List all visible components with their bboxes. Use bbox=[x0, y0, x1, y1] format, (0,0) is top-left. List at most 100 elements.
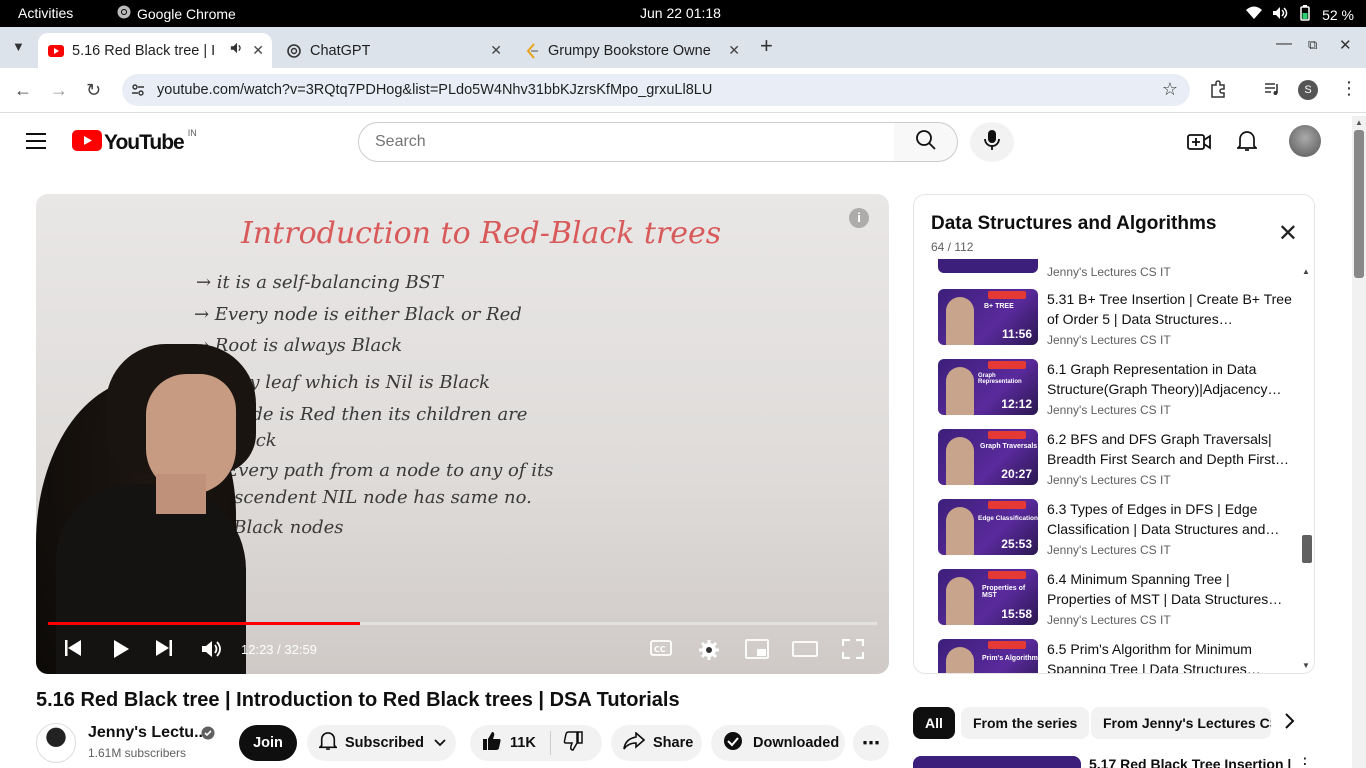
channel-name[interactable]: Jenny's Lectu... bbox=[88, 724, 207, 742]
captions-icon[interactable]: CC bbox=[650, 639, 672, 663]
thumbnail: B+ TREE 11:56 bbox=[938, 289, 1038, 345]
item-title[interactable]: 6.3 Types of Edges in DFS | Edge Classif… bbox=[1047, 499, 1292, 539]
close-window-icon[interactable]: ✕ bbox=[1339, 36, 1352, 54]
search-input[interactable] bbox=[359, 123, 894, 161]
board-line: → Every node is either Black or Red bbox=[194, 304, 522, 325]
bookmark-star-icon[interactable]: ☆ bbox=[1162, 79, 1178, 100]
clock[interactable]: Jun 22 01:18 bbox=[640, 5, 721, 21]
share-button[interactable]: Share bbox=[611, 725, 702, 761]
volume-icon bbox=[1272, 6, 1288, 23]
playlist-item[interactable]: Graph Representation 12:12 6.1 Graph Repr… bbox=[938, 359, 1298, 429]
forward-icon[interactable]: → bbox=[50, 80, 68, 101]
thumbnail: Prim's Algorithm bbox=[938, 639, 1038, 673]
progress-played bbox=[48, 622, 360, 625]
play-icon[interactable] bbox=[112, 639, 130, 665]
theater-mode-icon[interactable] bbox=[792, 639, 818, 665]
extensions-icon[interactable] bbox=[1209, 80, 1227, 103]
previous-icon[interactable] bbox=[64, 639, 82, 663]
new-tab-button[interactable]: + bbox=[760, 33, 773, 59]
playlist-title[interactable]: Data Structures and Algorithms bbox=[931, 213, 1216, 235]
playlist-item[interactable]: Prim's Algorithm 6.5 Prim's Algorithm fo… bbox=[938, 639, 1298, 673]
dislike-button[interactable] bbox=[551, 731, 583, 755]
hamburger-menu-icon[interactable] bbox=[26, 133, 46, 154]
system-tray[interactable]: 52 % bbox=[1246, 5, 1354, 24]
chip-from-channel[interactable]: From Jenny's Lectures CS bbox=[1091, 707, 1271, 739]
tab-leetcode[interactable]: Grumpy Bookstore Owne ✕ bbox=[514, 33, 748, 68]
settings-gear-icon[interactable] bbox=[698, 639, 720, 667]
progress-bar[interactable] bbox=[48, 622, 877, 625]
chip-all[interactable]: All bbox=[913, 707, 955, 739]
playlist-position: 64 / 112 bbox=[931, 240, 974, 254]
playlist-item[interactable]: Properties of MST 15:58 6.4 Minimum Spann… bbox=[938, 569, 1298, 639]
url-text[interactable]: youtube.com/watch?v=3RQtq7PDHog&list=PLd… bbox=[157, 82, 712, 98]
miniplayer-icon[interactable] bbox=[745, 639, 769, 665]
media-control-icon[interactable] bbox=[1263, 80, 1281, 103]
playlist-top-partial-item[interactable]: Jenny's Lectures CS IT bbox=[938, 259, 1298, 279]
video-player[interactable]: Introduction to Red-Black trees → it is … bbox=[36, 194, 889, 674]
chrome-menu-icon[interactable]: ⋮ bbox=[1340, 78, 1358, 99]
tab-search-icon[interactable]: ▼ bbox=[12, 39, 25, 54]
downloaded-button[interactable]: Downloaded bbox=[711, 725, 845, 761]
scroll-down-icon[interactable]: ▼ bbox=[1302, 661, 1310, 670]
tab-youtube[interactable]: 5.16 Red Black tree | I ✕ bbox=[38, 33, 272, 68]
audio-playing-icon[interactable] bbox=[230, 41, 244, 59]
youtube-logo[interactable]: YouTube IN bbox=[72, 128, 197, 156]
fullscreen-icon[interactable] bbox=[841, 638, 865, 665]
channel-avatar[interactable] bbox=[36, 723, 76, 763]
more-vertical-icon[interactable]: ⋮ bbox=[1297, 756, 1313, 768]
navigation-bar: ← → ↻ youtube.com/watch?v=3RQtq7PDHog&li… bbox=[0, 68, 1366, 113]
tab-chatgpt[interactable]: ChatGPT ✕ bbox=[276, 33, 510, 68]
notifications-bell-icon[interactable] bbox=[1235, 130, 1259, 157]
next-icon[interactable] bbox=[155, 639, 173, 663]
chip-label: All bbox=[925, 715, 943, 731]
more-horizontal-icon: ⋯ bbox=[862, 732, 880, 753]
address-bar[interactable]: youtube.com/watch?v=3RQtq7PDHog&list=PLd… bbox=[122, 74, 1190, 106]
chips-next-icon[interactable] bbox=[1283, 712, 1295, 735]
search-box[interactable] bbox=[358, 122, 895, 162]
item-title[interactable]: 5.31 B+ Tree Insertion | Create B+ Tree … bbox=[1047, 289, 1292, 329]
reload-icon[interactable]: ↻ bbox=[86, 80, 101, 101]
item-title[interactable]: 6.4 Minimum Spanning Tree | Properties o… bbox=[1047, 569, 1292, 609]
tab-strip: ▼ 5.16 Red Black tree | I ✕ ChatGPT ✕ Gr… bbox=[0, 27, 1366, 68]
scroll-up-icon[interactable]: ▲ bbox=[1302, 267, 1310, 276]
create-video-icon[interactable] bbox=[1187, 132, 1211, 157]
restore-icon[interactable]: ⧉ bbox=[1308, 37, 1317, 53]
like-button[interactable]: 11K bbox=[470, 731, 551, 755]
playlist-item[interactable]: Edge Classification 25:53 6.3 Types of Ed… bbox=[938, 499, 1298, 569]
tab-title: 5.16 Red Black tree | I bbox=[72, 42, 216, 59]
more-actions-button[interactable]: ⋯ bbox=[853, 725, 889, 761]
scroll-up-icon[interactable]: ▲ bbox=[1355, 118, 1363, 127]
site-info-icon[interactable] bbox=[130, 82, 146, 103]
search-button[interactable] bbox=[894, 122, 958, 162]
activities-button[interactable]: Activities bbox=[18, 5, 73, 21]
app-menu[interactable]: Google Chrome bbox=[117, 5, 236, 22]
playlist-scrollbar-thumb[interactable] bbox=[1302, 535, 1312, 563]
close-playlist-icon[interactable]: ✕ bbox=[1278, 219, 1298, 248]
join-button[interactable]: Join bbox=[239, 725, 297, 761]
page-scrollbar[interactable]: ▲ bbox=[1352, 116, 1366, 768]
account-avatar[interactable] bbox=[1289, 125, 1321, 157]
player-controls: 12:23 / 32:59 CC bbox=[36, 630, 889, 674]
close-tab-icon[interactable]: ✕ bbox=[252, 42, 264, 59]
playlist-item[interactable]: B+ TREE 11:56 5.31 B+ Tree Insertion | Cr… bbox=[938, 289, 1298, 359]
item-title[interactable]: 6.2 BFS and DFS Graph Traversals| Breadt… bbox=[1047, 429, 1292, 469]
close-tab-icon[interactable]: ✕ bbox=[728, 42, 740, 59]
region-code: IN bbox=[187, 128, 197, 138]
thumbnail: Properties of MST 15:58 bbox=[938, 569, 1038, 625]
back-icon[interactable]: ← bbox=[14, 80, 32, 101]
scrollbar-thumb[interactable] bbox=[1354, 130, 1364, 278]
profile-avatar[interactable]: S bbox=[1298, 80, 1318, 100]
youtube-header: YouTube IN bbox=[0, 113, 1366, 170]
info-icon[interactable]: i bbox=[849, 208, 869, 228]
recommended-video[interactable]: 5.17 Red Black Tree Insertion | ⋮ bbox=[913, 756, 1333, 768]
volume-icon[interactable] bbox=[201, 639, 223, 665]
item-title[interactable]: 6.1 Graph Representation in Data Structu… bbox=[1047, 359, 1292, 399]
close-tab-icon[interactable]: ✕ bbox=[490, 42, 502, 59]
thumbnail: Graph Traversals 20:27 bbox=[938, 429, 1038, 485]
voice-search-button[interactable] bbox=[970, 122, 1014, 162]
subscribed-button[interactable]: Subscribed bbox=[307, 725, 456, 761]
playlist-item[interactable]: Graph Traversals 20:27 6.2 BFS and DFS Gr… bbox=[938, 429, 1298, 499]
minimize-icon[interactable]: — bbox=[1276, 35, 1292, 53]
chip-from-series[interactable]: From the series bbox=[961, 707, 1090, 739]
item-title[interactable]: 6.5 Prim's Algorithm for Minimum Spannin… bbox=[1047, 639, 1292, 673]
